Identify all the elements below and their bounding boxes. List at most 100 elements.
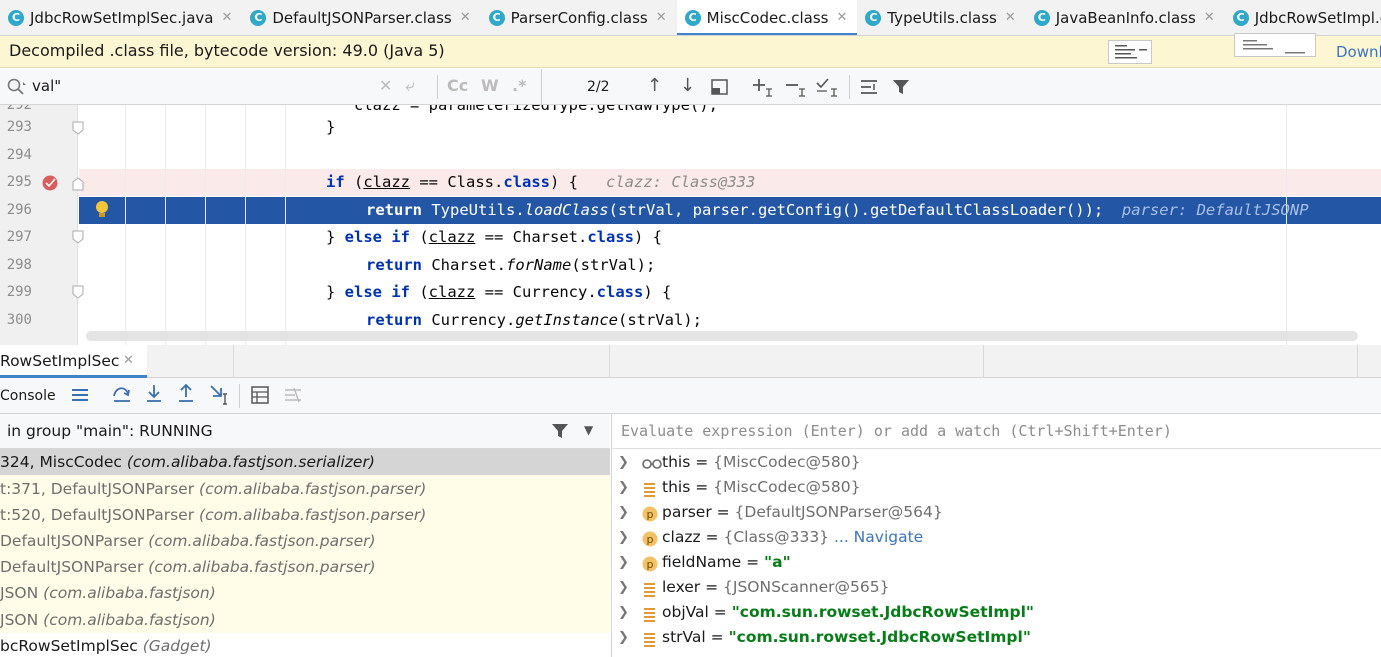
variable-row[interactable]: ❯ strVal = "com.sun.rowset.JdbcRowSetImp… [612,625,1381,650]
editor-tab-bar: C JdbcRowSetImplSec.java ✕ C DefaultJSONPars… [0,0,1381,36]
chevron-right-icon[interactable]: ❯ [618,475,629,500]
remove-occurrence-icon[interactable] [785,77,807,101]
line-number: 296 [6,202,32,218]
words-icon[interactable]: W [481,76,499,95]
frame-package: (Gadget) [142,637,212,655]
frame-item[interactable]: JSON (com.alibaba.fastjson) [0,607,610,633]
breakpoint-icon[interactable] [41,174,59,196]
debug-session-tab[interactable]: RowSetImplSec ✕ [0,345,147,378]
variable-row[interactable]: ❯ lexer = {JSONScanner@565} [612,575,1381,600]
select-all-occurrences-icon[interactable] [816,77,840,101]
trace-stream-icon[interactable] [284,386,302,408]
editor-tab[interactable]: C DefaultJSONParser.class ✕ [242,0,480,35]
frame-item[interactable]: t:520, DefaultJSONParser (com.alibaba.fa… [0,502,610,528]
filter-occurrences-icon[interactable] [710,77,730,101]
frame-item[interactable]: DefaultJSONParser (com.alibaba.fastjson.… [0,528,610,554]
next-occurrence-icon[interactable]: ↓ [680,75,695,96]
previous-occurrence-icon[interactable]: ↑ [647,75,662,96]
equals: = [690,478,714,496]
variable-row[interactable]: ❯ this = {MiscCodec@580} [612,450,1381,475]
code-line-298: return Charset.forName(strVal); [366,252,655,279]
frame-package: (com.alibaba.fastjson.parser) [148,558,376,576]
search-input[interactable]: val" [32,77,61,95]
close-icon[interactable]: ✕ [1005,10,1016,25]
thumbnail-image-2 [1234,33,1316,57]
variable-row[interactable]: ❯ objVal = "com.sun.rowset.JdbcRowSetImp… [612,600,1381,625]
chevron-right-icon[interactable]: ❯ [618,600,629,625]
new-line-icon[interactable]: ⤶ [405,76,415,96]
editor-tab[interactable]: C JdbcRowSetImpl.cla [1225,0,1381,35]
step-into-icon[interactable] [145,384,165,408]
chevron-right-icon[interactable]: ❯ [618,500,629,525]
frame-package: (com.alibaba.fastjson.parser) [199,506,427,524]
thread-selector[interactable]: in group "main": RUNNING ▼ [0,414,610,449]
close-icon[interactable]: ✕ [656,10,667,25]
frame-method: JSON [0,611,39,629]
step-out-icon[interactable] [177,383,197,408]
chevron-right-icon[interactable]: ❯ [618,575,629,600]
frame-item[interactable]: 324, MiscCodec (com.alibaba.fastjson.ser… [0,449,610,475]
field-icon [642,580,657,597]
frame-method: t:520, DefaultJSONParser [0,506,195,524]
console-tab[interactable]: Console [0,388,56,404]
fold-icon[interactable] [72,230,84,248]
download-sources-link[interactable]: Downl [1336,43,1381,61]
chevron-right-icon[interactable]: ❯ [618,450,629,475]
editor-tab[interactable]: C TypeUtils.class ✕ [857,0,1025,35]
evaluate-placeholder: Evaluate expression (Enter) or add a wat… [621,422,1172,440]
chevron-right-icon[interactable]: ❯ [618,525,629,550]
frame-package: (com.alibaba.fastjson.parser) [148,532,376,550]
frame-item[interactable]: bcRowSetImplSec (Gadget) [0,633,610,657]
clear-search-icon[interactable]: ✕ [379,76,392,95]
add-occurrence-icon[interactable] [752,77,774,101]
regex-icon[interactable]: .* [512,76,526,95]
code-text: (strVal); [571,256,656,274]
code-editor[interactable]: 292 293 294 295 296 297 298 299 300 claz… [0,105,1381,345]
close-icon[interactable]: ✕ [123,353,134,368]
line-number: 299 [6,284,32,300]
frame-method: bcRowSetImplSec [0,637,138,655]
match-case-icon[interactable]: Cc [447,76,468,95]
close-icon[interactable]: ✕ [221,10,232,25]
filter-icon[interactable] [891,77,911,101]
chevron-down-icon[interactable]: ▼ [584,423,593,437]
frame-method: JSON [0,584,39,602]
chevron-right-icon[interactable]: ❯ [618,550,629,575]
options-icon[interactable] [859,77,879,101]
indent-guide [245,105,246,345]
code-text: ) { [643,283,672,301]
fold-icon[interactable] [72,177,84,195]
chevron-right-icon[interactable]: ❯ [618,625,629,650]
frame-item[interactable]: t:371, DefaultJSONParser (com.alibaba.fa… [0,476,610,502]
variable-row[interactable]: ❯ this = {MiscCodec@580} [612,475,1381,500]
line-number: 295 [6,174,32,190]
editor-tab[interactable]: C JavaBeanInfo.class ✕ [1026,0,1225,35]
editor-tab[interactable]: C ParserConfig.class ✕ [481,0,677,35]
keyword: return [366,201,422,219]
variable-row[interactable]: ❯ p clazz = {Class@333} ... Navigate [612,525,1381,550]
close-icon[interactable]: ✕ [836,10,847,25]
variable-value: "com.sun.rowset.JdbcRowSetImpl" [731,603,1035,621]
editor-tab[interactable]: C MiscCodec.class ✕ [676,0,858,35]
frame-item[interactable]: JSON (com.alibaba.fastjson) [0,580,610,606]
code-line-293: } [326,114,335,141]
close-icon[interactable]: ✕ [460,10,471,25]
step-over-icon[interactable] [112,384,132,408]
variable-row[interactable]: ❯ p parser = {DefaultJSONParser@564} [612,500,1381,525]
frames-list-icon[interactable] [71,386,89,408]
close-icon[interactable]: ✕ [1204,10,1215,25]
keyword: else if [344,228,410,246]
field-icon [642,605,657,622]
navigate-link[interactable]: ... Navigate [829,528,923,546]
evaluate-expression-field[interactable]: Evaluate expression (Enter) or add a wat… [612,414,1381,449]
evaluate-expression-icon[interactable] [251,386,269,408]
run-to-cursor-icon[interactable] [209,384,231,410]
editor-tab[interactable]: C JdbcRowSetImplSec.java ✕ [0,0,242,35]
variable-row[interactable]: ❯ p fieldName = "a" [612,550,1381,575]
lightbulb-icon[interactable] [94,200,110,224]
fold-icon[interactable] [72,285,84,303]
fold-icon[interactable] [72,121,84,139]
horizontal-scrollbar[interactable] [86,331,1358,341]
frame-item[interactable]: DefaultJSONParser (com.alibaba.fastjson.… [0,554,610,580]
filter-icon[interactable] [551,422,569,444]
